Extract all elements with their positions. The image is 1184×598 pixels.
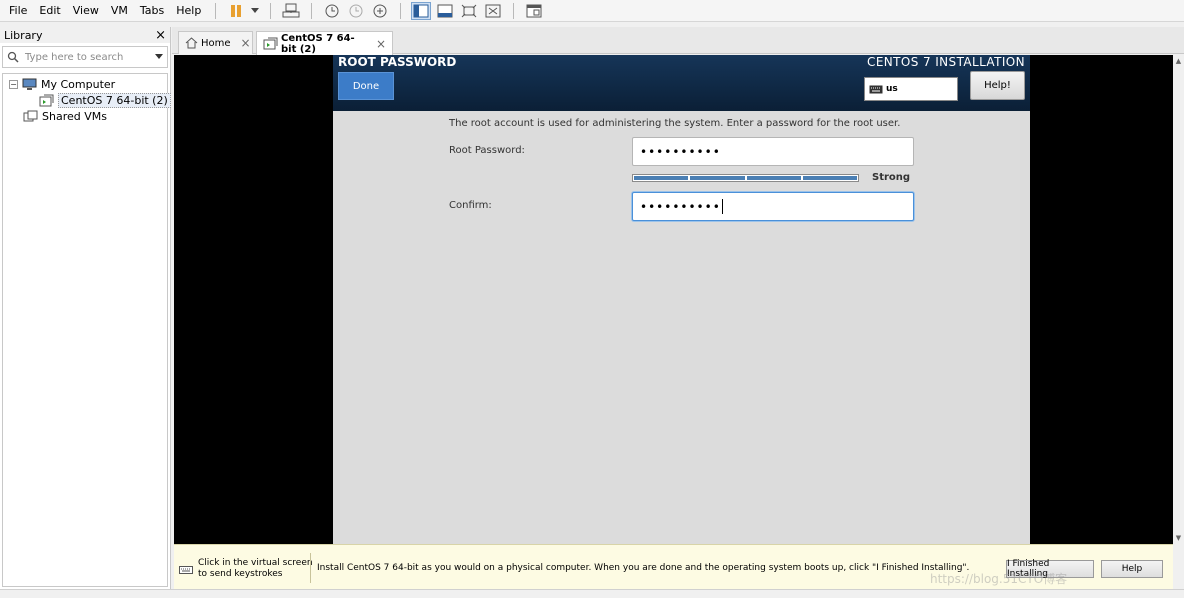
text-cursor [721,199,723,214]
library-header: Library × [0,27,170,43]
menu-edit[interactable]: Edit [33,0,66,22]
menu-file[interactable]: File [0,0,33,22]
shared-vms-icon [23,110,38,123]
menu-tabs[interactable]: Tabs [134,0,170,22]
tree-item-shared-vms[interactable]: Shared VMs [3,108,167,124]
send-ctrl-alt-del-icon[interactable] [281,2,301,20]
root-description: The root account is used for administeri… [449,118,901,129]
vm-running-icon [263,37,278,50]
confirm-password-field[interactable]: •••••••••• [632,192,914,221]
tab-bar: Home × CentOS 7 64-bit (2) × [172,27,1184,55]
full-screen-icon[interactable] [459,2,479,20]
tree-item-my-computer[interactable]: − My Computer [3,76,167,92]
tree-item-label: CentOS 7 64-bit (2) [58,92,171,108]
page-title: ROOT PASSWORD [338,55,457,69]
chevron-down-icon[interactable] [155,54,163,60]
toolbar-separator [215,2,217,19]
menu-bar: File Edit View VM Tabs Help [0,0,1184,22]
strength-segment [634,176,689,180]
dropdown-arrow-icon[interactable] [250,2,260,20]
menu-help[interactable]: Help [170,0,207,22]
install-message: Install CentOS 7 64-bit as you would on … [317,563,970,573]
tree-collapse-toggle[interactable]: − [9,79,18,89]
product-title: CENTOS 7 INSTALLATION [867,55,1025,69]
show-library-icon[interactable] [411,1,432,20]
bottom-help-button[interactable]: Help [1101,560,1163,578]
keystroke-hint: Click in the virtual screen to send keys… [179,558,313,580]
keyboard-layout-indicator[interactable]: us [864,77,958,101]
root-password-field[interactable]: •••••••••• [632,137,914,166]
toolbar-separator [513,2,515,19]
menu-vm[interactable]: VM [105,0,134,22]
confirm-label: Confirm: [449,200,492,211]
strength-segment [746,176,801,180]
password-strength-label: Strong [872,172,911,183]
keyboard-layout-label: us [886,84,898,94]
scroll-down-icon[interactable]: ▼ [1174,534,1183,542]
library-search-box[interactable]: Type here to search [2,46,168,68]
toolbar-separator [400,2,402,19]
vertical-scrollbar[interactable]: ▲ ▼ [1173,55,1184,544]
snapshot-take-icon[interactable] [322,2,342,20]
library-tree: − My Computer CentOS 7 64-bit (2) Shared… [2,73,171,587]
menu-view[interactable]: View [67,0,105,22]
tab-centos-vm[interactable]: CentOS 7 64-bit (2) × [256,31,393,55]
tree-item-centos-vm[interactable]: CentOS 7 64-bit (2) [3,92,171,108]
search-input[interactable]: Type here to search [25,52,155,63]
toolbar-separator [311,2,313,19]
done-button[interactable]: Done [338,72,394,100]
snapshot-manager-icon[interactable] [370,2,390,20]
tree-item-label: Shared VMs [42,109,107,123]
close-icon[interactable]: × [376,37,386,51]
snapshot-revert-icon[interactable] [346,2,366,20]
strength-segment [802,176,857,180]
library-panel: Library × Type here to search − My Compu… [0,27,171,589]
toolbar-separator [270,2,272,19]
tab-label: CentOS 7 64-bit (2) [281,32,355,55]
status-bar [0,589,1184,598]
bottom-scroll-gutter [1173,544,1184,589]
tab-home[interactable]: Home × [178,31,253,54]
close-icon[interactable]: × [241,36,251,50]
keystroke-hint-line2: to send keystrokes [198,569,283,579]
password-strength-meter [632,174,859,182]
vm-running-icon [39,94,54,107]
help-button[interactable]: Help! [970,71,1025,100]
watermark: https://blog.51CTO博客 [930,572,1068,586]
keystroke-hint-line1: Click in the virtual screen [198,558,313,568]
library-title: Library [4,28,43,42]
root-password-label: Root Password: [449,145,525,156]
strength-segment [690,176,745,180]
keyboard-icon [869,85,883,94]
thumbnail-bar-icon[interactable] [435,2,455,20]
installer-header: ROOT PASSWORD CENTOS 7 INSTALLATION Done… [333,55,1030,111]
search-icon [7,51,19,63]
unity-icon[interactable] [483,2,503,20]
divider [310,553,311,583]
library-close-button[interactable]: × [155,28,166,43]
installer-screen: ROOT PASSWORD CENTOS 7 INSTALLATION Done… [333,55,1030,544]
console-view-icon[interactable] [524,2,544,20]
root-password-value: •••••••••• [640,144,721,159]
scroll-up-icon[interactable]: ▲ [1174,57,1183,65]
pause-icon[interactable] [226,2,246,20]
tab-label: Home [201,37,231,49]
confirm-password-value: •••••••••• [640,199,721,214]
keyboard-icon [179,564,193,575]
computer-icon [22,78,37,91]
tree-item-label: My Computer [41,77,116,91]
home-icon [185,37,198,49]
